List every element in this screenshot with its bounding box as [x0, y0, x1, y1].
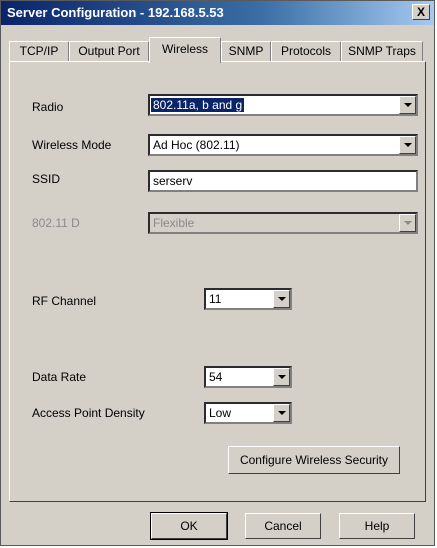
chevron-down-icon — [404, 221, 412, 225]
802-11d-value: Flexible — [153, 216, 195, 230]
chevron-down-icon — [278, 411, 286, 415]
wireless-mode-value: Ad Hoc (802.11) — [153, 138, 240, 152]
tab-tcp-ip[interactable]: TCP/IP — [9, 41, 69, 61]
data-rate-value: 54 — [209, 370, 223, 384]
wireless-tab-panel: Radio 802.11a, b and g Wireless Mode Ad … — [9, 61, 426, 502]
802-11d-dropdown: Flexible — [148, 212, 418, 234]
configure-wireless-security-button[interactable]: Configure Wireless Security — [228, 446, 400, 474]
rf-channel-dropdown[interactable]: 11 — [204, 288, 292, 310]
ap-density-dropdown[interactable]: Low — [204, 402, 292, 424]
ap-density-label: Access Point Density — [32, 406, 145, 420]
tab-output-port[interactable]: Output Port — [69, 41, 149, 61]
tab-wireless[interactable]: Wireless — [149, 37, 221, 63]
close-icon: X — [416, 5, 425, 19]
data-rate-dropdown[interactable]: 54 — [204, 366, 292, 388]
radio-dropdown-button[interactable] — [399, 96, 416, 114]
ssid-input[interactable]: serserv — [148, 170, 418, 192]
radio-dropdown[interactable]: 802.11a, b and g — [148, 94, 418, 116]
ssid-label: SSID — [32, 172, 61, 186]
radio-value: 802.11a, b and g — [151, 98, 245, 112]
title-bar[interactable]: Server Configuration - 192.168.5.53 X — [1, 1, 434, 25]
chevron-down-icon — [278, 297, 286, 301]
data-rate-label: Data Rate — [32, 370, 87, 384]
chevron-down-icon — [404, 143, 412, 147]
window-title: Server Configuration - 192.168.5.53 — [7, 5, 224, 20]
server-configuration-dialog: Server Configuration - 192.168.5.53 X TC… — [0, 0, 435, 546]
chevron-down-icon — [404, 103, 412, 107]
ap-density-value: Low — [209, 406, 232, 420]
close-button[interactable]: X — [412, 4, 430, 20]
802-11d-label: 802.11 D — [32, 216, 80, 230]
tab-snmp[interactable]: SNMP — [221, 41, 271, 61]
rf-channel-dropdown-button[interactable] — [273, 290, 290, 308]
ok-button[interactable]: OK — [150, 512, 228, 540]
wireless-mode-label: Wireless Mode — [32, 138, 112, 152]
ap-density-dropdown-button[interactable] — [273, 404, 290, 422]
wireless-mode-dropdown[interactable]: Ad Hoc (802.11) — [148, 134, 418, 156]
802-11d-dropdown-button — [399, 214, 416, 232]
chevron-down-icon — [278, 375, 286, 379]
wireless-mode-dropdown-button[interactable] — [399, 136, 416, 154]
data-rate-dropdown-button[interactable] — [273, 368, 290, 386]
help-button[interactable]: Help — [339, 513, 415, 539]
rf-channel-label: RF Channel — [32, 294, 97, 308]
ssid-value: serserv — [153, 174, 193, 188]
cancel-button[interactable]: Cancel — [245, 513, 321, 539]
tab-protocols[interactable]: Protocols — [271, 41, 341, 61]
radio-label: Radio — [32, 100, 64, 114]
tab-snmp-traps[interactable]: SNMP Traps — [341, 41, 423, 61]
rf-channel-value: 11 — [209, 292, 222, 306]
